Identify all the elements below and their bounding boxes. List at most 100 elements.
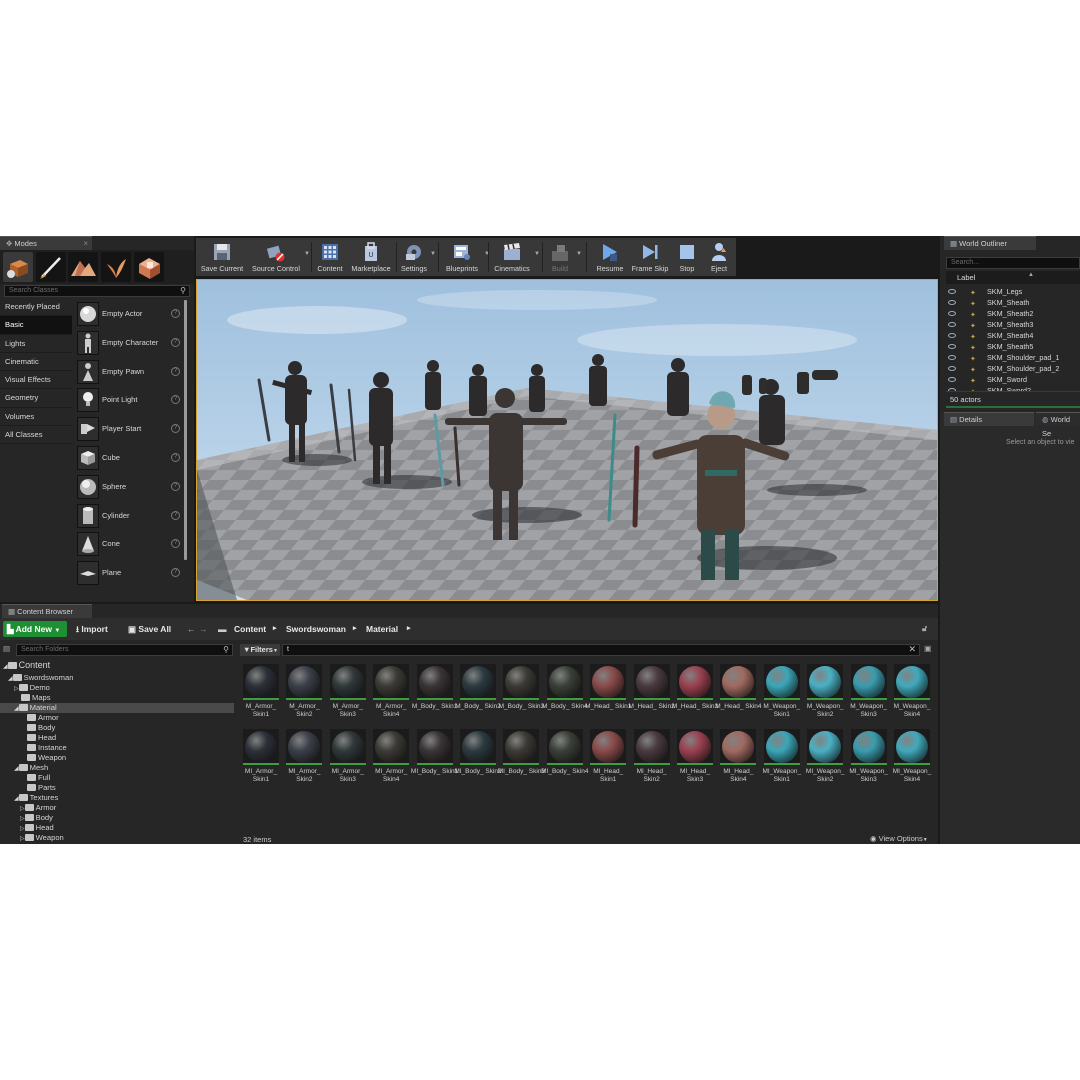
resume-button[interactable]: Resume — [592, 238, 628, 276]
modes-tab[interactable]: ✥ Modes × — [0, 236, 92, 250]
outliner-row[interactable]: ✦ SKM_Legs — [940, 286, 1080, 297]
placeable-item[interactable]: Empty Pawn? — [74, 358, 184, 387]
filters-button[interactable]: ▼Filters▼ — [240, 644, 280, 656]
placeable-item[interactable]: Sphere? — [74, 473, 184, 502]
material-asset-tile[interactable]: MI_Body_ Skin2 — [454, 729, 502, 789]
material-asset-tile[interactable]: MI_Armor_ Skin1 — [241, 729, 279, 789]
items-scrollbar[interactable] — [184, 300, 187, 560]
chevron-down-icon[interactable]: ▼ — [304, 251, 310, 257]
outliner-row[interactable]: ✦ SKM_Sheath4 — [940, 330, 1080, 341]
material-asset-tile[interactable]: MI_Weapon_ Skin3 — [849, 729, 888, 789]
asset-search-input[interactable]: t ✕ — [282, 644, 920, 656]
chevron-down-icon[interactable]: ▼ — [534, 251, 540, 257]
world-outliner-tab[interactable]: ▦ World Outliner — [944, 236, 1036, 250]
visibility-eye-icon[interactable] — [948, 311, 956, 316]
material-asset-tile[interactable]: MI_Head_ Skin2 — [632, 729, 670, 789]
help-icon[interactable]: ? — [171, 395, 180, 405]
category-volumes[interactable]: Volumes — [0, 407, 72, 427]
stop-button[interactable]: Stop — [672, 238, 702, 276]
clear-search-icon[interactable]: ✕ — [908, 644, 916, 654]
material-asset-tile[interactable]: MI_Weapon_ Skin4 — [892, 729, 931, 789]
tree-node-textures-weapon[interactable]: ▷ Weapon — [20, 833, 64, 842]
level-viewport[interactable] — [196, 279, 938, 601]
material-asset-tile[interactable]: MI_Body_ Skin3 — [498, 729, 545, 789]
category-recently-placed[interactable]: Recently Placed — [0, 298, 72, 317]
help-icon[interactable]: ? — [171, 366, 180, 376]
outliner-column-header[interactable]: Label ▲ — [946, 271, 1080, 284]
category-geometry[interactable]: Geometry — [0, 389, 72, 408]
frame-skip-button[interactable]: Frame Skip — [630, 238, 670, 276]
tree-node-textures[interactable]: ◢ Textures — [14, 793, 58, 802]
outliner-row[interactable]: ✦ SKM_Sheath — [940, 297, 1080, 308]
material-asset-tile[interactable]: M_Head_ Skin3 — [672, 664, 718, 724]
sources-toggle-icon[interactable]: ▤ — [3, 644, 10, 653]
visibility-eye-icon[interactable] — [948, 289, 956, 294]
forward-arrow-icon[interactable]: → — [199, 624, 208, 634]
save-current-button[interactable]: Save Current — [198, 238, 246, 276]
tree-node-material-selected[interactable]: ◢ Material — [0, 703, 234, 713]
material-asset-tile[interactable]: MI_Weapon_ Skin2 — [805, 729, 844, 789]
world-settings-tab[interactable]: ◍ World Se — [1036, 412, 1080, 438]
material-asset-tile[interactable]: M_Body_ Skin4 — [542, 664, 588, 724]
category-cinematic[interactable]: Cinematic — [0, 352, 72, 372]
import-button[interactable]: ⭳ Import — [72, 621, 112, 637]
geometry-mode-icon[interactable] — [134, 252, 164, 282]
source-control-button[interactable]: Source Control ▼ — [248, 238, 310, 276]
search-folders-input[interactable]: Search Folders ⚲ — [16, 644, 233, 656]
tree-node-body[interactable]: Body — [27, 723, 55, 732]
tree-node-weapon[interactable]: Weapon — [27, 753, 66, 762]
visibility-eye-icon[interactable] — [948, 366, 956, 371]
build-button[interactable]: Build ▼ — [544, 238, 582, 276]
material-asset-tile[interactable]: MI_Body_ Skin1 — [411, 729, 458, 789]
eject-button[interactable]: Eject — [704, 238, 734, 276]
material-asset-tile[interactable]: MI_Armor_ Skin3 — [328, 729, 366, 789]
tree-node-demo[interactable]: ▷ Demo — [14, 683, 50, 692]
details-tab[interactable]: ▤ Details — [944, 412, 1034, 426]
placeable-item[interactable]: Point Light? — [74, 386, 184, 415]
chevron-down-icon[interactable]: ▼ — [430, 251, 436, 257]
tree-node-swordswoman[interactable]: ◢ Swordswoman — [8, 673, 73, 682]
chevron-down-icon[interactable]: ▼ — [576, 251, 582, 257]
blueprints-button[interactable]: Blueprints ▼ — [440, 238, 490, 276]
search-classes-input[interactable]: Search Classes ⚲ — [4, 285, 190, 297]
back-arrow-icon[interactable]: ← — [187, 624, 196, 634]
outliner-search-input[interactable]: Search... — [946, 257, 1080, 269]
tree-node-armor[interactable]: Armor — [27, 713, 59, 722]
tree-node-content[interactable]: ◢ Content — [3, 660, 50, 670]
placeable-item[interactable]: Empty Actor? — [74, 300, 184, 329]
foliage-mode-icon[interactable] — [101, 252, 131, 282]
material-asset-tile[interactable]: MI_Body_ Skin4 — [541, 729, 588, 789]
category-lights[interactable]: Lights — [0, 334, 72, 353]
outliner-row[interactable]: ✦ SKM_Shoulder_pad_1 — [940, 352, 1080, 363]
material-asset-tile[interactable]: M_Armor_ Skin1 — [241, 664, 279, 724]
material-asset-tile[interactable]: MI_Armor_ Skin4 — [371, 729, 410, 789]
save-all-button[interactable]: ▣ Save All — [124, 621, 175, 637]
tree-node-textures-body[interactable]: ▷ Body — [20, 813, 53, 822]
help-icon[interactable]: ? — [171, 568, 180, 578]
tree-node-mesh[interactable]: ◢ Mesh — [14, 763, 48, 772]
paint-mode-icon[interactable] — [36, 252, 66, 282]
material-asset-tile[interactable]: M_Weapon_ Skin2 — [805, 664, 844, 724]
outliner-row[interactable]: ✦ SKM_Shoulder_pad_2 — [940, 363, 1080, 374]
tree-node-instance[interactable]: Instance — [27, 743, 67, 752]
material-asset-tile[interactable]: MI_Weapon_ Skin1 — [762, 729, 801, 789]
category-basic[interactable]: Basic — [0, 316, 72, 335]
cinematics-button[interactable]: Cinematics ▼ — [490, 238, 540, 276]
material-asset-tile[interactable]: MI_Armor_ Skin2 — [284, 729, 323, 789]
material-asset-tile[interactable]: MI_Head_ Skin4 — [718, 729, 757, 789]
placeable-item[interactable]: Player Start? — [74, 415, 184, 444]
save-search-icon[interactable]: ▣ — [924, 644, 932, 653]
visibility-eye-icon[interactable] — [948, 322, 956, 327]
breadcrumb-swordswoman[interactable]: Swordswoman — [286, 624, 346, 634]
tree-node-maps[interactable]: Maps — [21, 693, 51, 702]
material-asset-tile[interactable]: M_Head_ Skin4 — [715, 664, 762, 724]
visibility-eye-icon[interactable] — [948, 300, 956, 305]
lock-icon[interactable]: 🔓︎ — [922, 624, 927, 634]
close-icon[interactable]: × — [83, 237, 88, 251]
help-icon[interactable]: ? — [171, 424, 180, 434]
outliner-row[interactable]: ✦ SKM_Sword — [940, 374, 1080, 385]
material-asset-tile[interactable]: M_Armor_ Skin3 — [328, 664, 366, 724]
outliner-row[interactable]: ✦ SKM_Sheath5 — [940, 341, 1080, 352]
tree-node-full[interactable]: Full — [27, 773, 50, 782]
tree-node-textures-head[interactable]: ▷ Head — [20, 823, 54, 832]
